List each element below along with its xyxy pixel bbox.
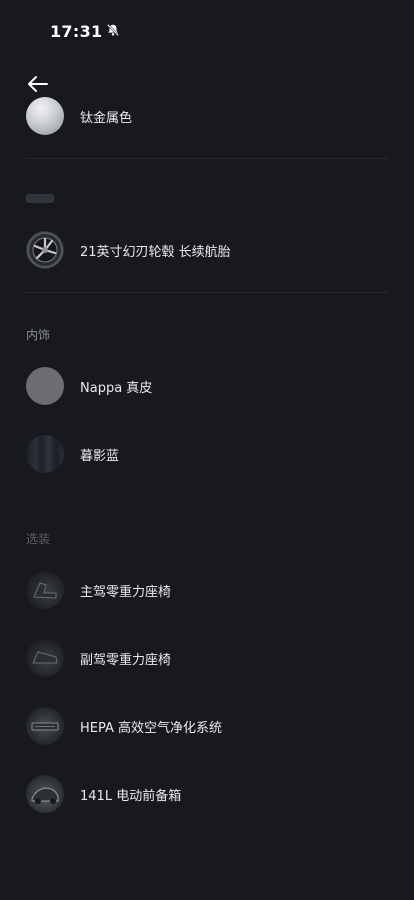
driver-seat-icon [26, 571, 64, 609]
option-nappa-leather[interactable]: Nappa 真皮 [26, 366, 388, 406]
status-time: 17:31 [50, 21, 103, 41]
wheel-icon [26, 231, 64, 269]
option-electric-front-trunk[interactable]: 141L 电动前备箱 [26, 774, 388, 814]
bell-slash-icon [106, 22, 120, 41]
passenger-seat-icon [26, 639, 64, 677]
option-label: 141L 电动前备箱 [80, 788, 182, 804]
metal-swatch-icon [26, 97, 64, 135]
config-summary-screen: 17:31 钛金属色 21英寸幻刃轮毂 长续航胎 内饰 Nappa 真皮 暮影蓝… [0, 0, 414, 900]
air-filter-icon [26, 707, 64, 745]
option-label: Nappa 真皮 [80, 380, 153, 396]
status-bar: 17:31 [50, 20, 120, 42]
option-label: HEPA 高效空气净化系统 [80, 720, 223, 736]
option-passenger-zero-gravity-seat[interactable]: 副驾零重力座椅 [26, 638, 388, 678]
leather-swatch-icon [26, 367, 64, 405]
option-wheels[interactable]: 21英寸幻刃轮毂 长续航胎 [26, 230, 388, 270]
section-title-options: 选装 [26, 532, 51, 546]
section-title-interior: 内饰 [26, 328, 51, 342]
blue-trim-swatch-icon [26, 435, 64, 473]
option-label: 钛金属色 [80, 110, 133, 126]
option-titanium-color[interactable]: 钛金属色 [26, 96, 388, 136]
section-header-wheels [26, 194, 54, 203]
divider [26, 158, 388, 159]
option-label: 21英寸幻刃轮毂 长续航胎 [80, 244, 231, 260]
option-dusk-blue[interactable]: 暮影蓝 [26, 434, 388, 474]
divider [26, 292, 388, 293]
option-driver-zero-gravity-seat[interactable]: 主驾零重力座椅 [26, 570, 388, 610]
option-hepa-air-purifier[interactable]: HEPA 高效空气净化系统 [26, 706, 388, 746]
option-label: 副驾零重力座椅 [80, 652, 172, 668]
option-label: 暮影蓝 [80, 448, 120, 464]
option-label: 主驾零重力座椅 [80, 584, 172, 600]
front-trunk-icon [26, 775, 64, 813]
